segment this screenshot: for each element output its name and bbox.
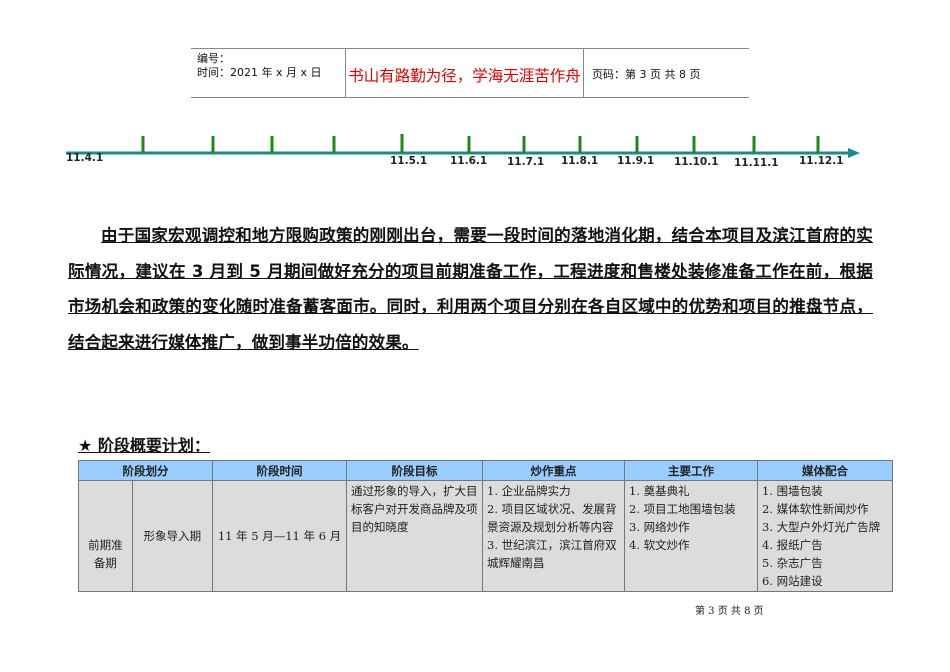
timeline-label: 11.10.1 (674, 156, 719, 168)
timeline (66, 134, 860, 158)
work-item: 1. 奠基典礼 (629, 484, 690, 498)
media-item: 3. 大型户外灯光广告牌 (762, 520, 881, 534)
work-item: 2. 项目工地围墙包装 (629, 502, 736, 516)
media-item: 1. 围墙包装 (762, 484, 823, 498)
media-item: 5. 杂志广告 (762, 556, 823, 570)
col-header: 媒体配合 (757, 460, 893, 481)
focus-cell: 1. 企业品牌实力 2. 项目区域状况、发展背景资源及规划分析等内容 3. 世纪滨江… (482, 480, 625, 592)
timeline-label: 11.7.1 (507, 156, 545, 168)
goal-cell: 通过形象的导入，扩大目标客户对开发商品牌及项目的知晓度 (346, 480, 483, 592)
focus-item: 1. 企业品牌实力 (487, 484, 571, 498)
media-item: 6. 网站建设 (762, 574, 823, 588)
phase-plan-table: 阶段划分 阶段时间 阶段目标 炒作重点 主要工作 媒体配合 前期准备期 形象导入… (78, 460, 893, 592)
work-item: 3. 网络炒作 (629, 520, 690, 534)
focus-item: 2. 项目区域状况、发展背景资源及规划分析等内容 (487, 502, 617, 534)
timeline-label: 11.9.1 (617, 155, 655, 167)
table-row: 前期准备期 形象导入期 11 年 5 月—11 年 6 月 通过形象的导入，扩大… (78, 480, 893, 592)
col-header: 阶段划分 (78, 460, 213, 481)
timeline-label: 11.6.1 (450, 155, 488, 167)
paragraph-text: 由于国家宏观调控和地方限购政策的刚刚出台，需要一段时间的落地消化期，结合本项目及… (68, 226, 873, 352)
media-cell: 1. 围墙包装 2. 媒体软性新闻炒作 3. 大型户外灯光广告牌 4. 报纸广告 5. … (757, 480, 893, 592)
timeline-label: 11.5.1 (390, 155, 428, 167)
media-item: 4. 报纸广告 (762, 538, 823, 552)
stage-cell: 形象导入期 (131, 480, 214, 592)
section-title: ★ 阶段概要计划： (78, 436, 210, 455)
media-item: 2. 媒体软性新闻炒作 (762, 502, 869, 516)
phase-cell: 前期准备期 (78, 480, 133, 592)
document-page: 编号： 时间：2021 年 x 月 x 日 书山有路勤为径，学海无涯苦作舟 页码… (0, 0, 950, 672)
page-footer: 第 3 页 共 8 页 (695, 606, 764, 617)
col-header: 炒作重点 (482, 460, 625, 481)
timeline-label: 11.4.1 (66, 152, 104, 164)
col-header: 主要工作 (624, 460, 758, 481)
col-header: 阶段目标 (346, 460, 483, 481)
body-paragraph: 由于国家宏观调控和地方限购政策的刚刚出台，需要一段时间的落地消化期，结合本项目及… (68, 218, 873, 360)
timeline-label: 11.8.1 (561, 155, 599, 167)
arrow-icon (848, 148, 860, 158)
time-cell: 11 年 5 月—11 年 6 月 (212, 480, 347, 592)
focus-item: 3. 世纪滨江，滨江首府双城辉耀南昌 (487, 538, 617, 570)
timeline-label: 11.11.1 (734, 157, 779, 169)
work-item: 4. 软文炒作 (629, 538, 690, 552)
timeline-label: 11.12.1 (799, 155, 844, 167)
work-cell: 1. 奠基典礼 2. 项目工地围墙包装 3. 网络炒作 4. 软文炒作 (624, 480, 758, 592)
col-header: 阶段时间 (212, 460, 347, 481)
table-header-row: 阶段划分 阶段时间 阶段目标 炒作重点 主要工作 媒体配合 (78, 460, 893, 481)
